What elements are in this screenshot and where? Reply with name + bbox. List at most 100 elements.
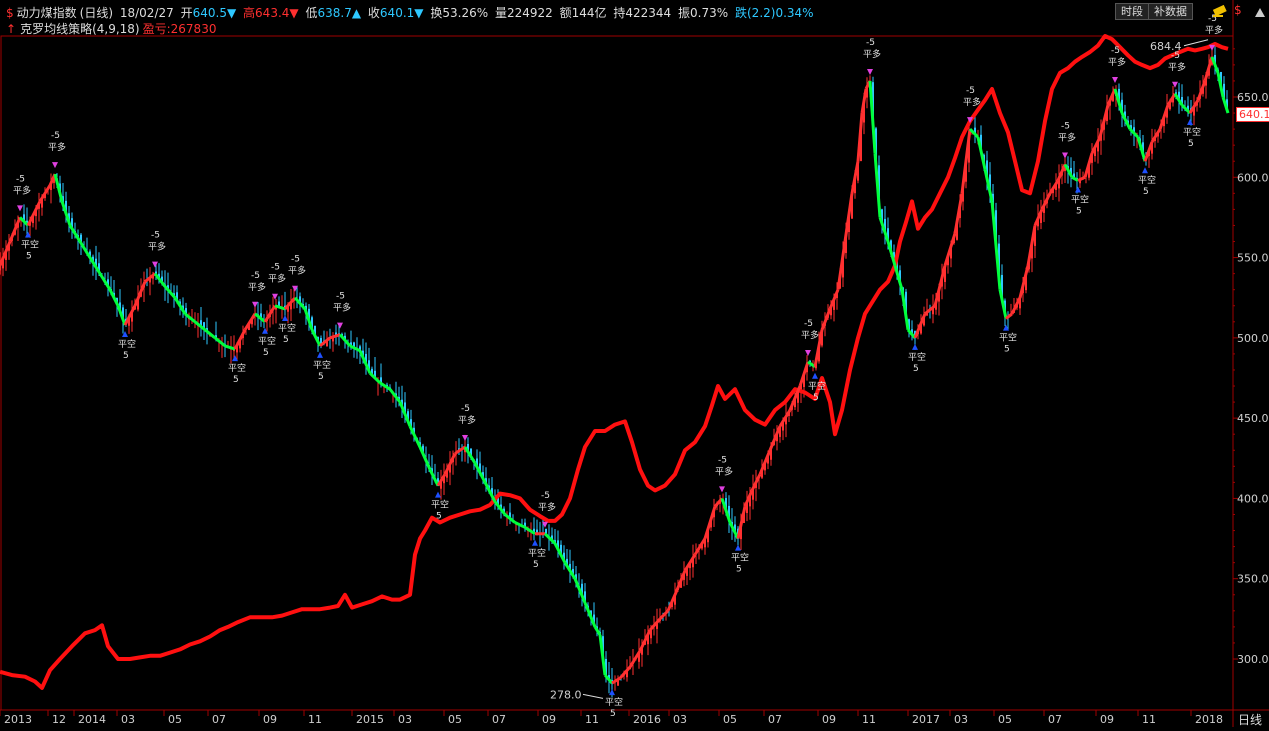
down-arrow-icon: ▼ <box>414 6 424 20</box>
x-tick-label: 03 <box>121 713 135 726</box>
buy-signal-marker <box>812 372 818 379</box>
signal-segment-line <box>214 336 226 348</box>
signal-segment-line <box>1077 175 1086 182</box>
equity-curve-line <box>0 34 1229 690</box>
buy-signal-marker <box>282 314 288 321</box>
signal-count-label: -5 <box>251 271 260 281</box>
x-tick-label: 07 <box>768 713 782 726</box>
y-tick-label: 350.0 <box>1237 573 1269 586</box>
high-label: 高 <box>243 6 256 20</box>
signal-label: 平空 <box>431 499 449 511</box>
low-value: 638.7 <box>317 6 352 20</box>
signal-segment-line <box>483 481 497 503</box>
expand-up-icon[interactable] <box>1254 4 1266 23</box>
signal-label: 平多 <box>248 281 266 293</box>
change-label: 跌 <box>734 6 747 20</box>
signal-segment-line <box>593 626 602 636</box>
volume-value: 224922 <box>506 6 553 20</box>
signal-label: 平多 <box>148 241 166 253</box>
signal-count-label: 5 <box>26 251 32 261</box>
x-tick-label: 2018 <box>1195 713 1223 726</box>
signal-label: 平空 <box>1071 193 1089 205</box>
dollar-menu-icon[interactable]: $ <box>1234 3 1242 17</box>
signal-segment-line <box>1005 312 1013 320</box>
time-period-button[interactable]: 时段 <box>1115 3 1149 20</box>
x-tick-label: 09 <box>263 713 277 726</box>
signal-count-label: 5 <box>610 709 616 719</box>
signal-count-label: -5 <box>271 263 280 273</box>
buy-signal-marker <box>912 343 918 350</box>
signal-count-label: -5 <box>866 38 875 48</box>
signal-count-label: 5 <box>1004 345 1010 355</box>
x-tick-label: 11 <box>585 713 599 726</box>
x-tick-label: 12 <box>52 713 66 726</box>
signal-label: 平空 <box>118 338 136 350</box>
x-tick-label: 05 <box>168 713 182 726</box>
y-tick-label: 550.0 <box>1237 252 1269 265</box>
change-value: (2.2)0.34% <box>747 6 814 20</box>
header-quote-line: $ 动力煤指数 (日线) 18/02/27 开640.5▼ 高643.4▼ 低638… <box>6 4 817 21</box>
signal-label: 平空 <box>1183 126 1201 138</box>
supplement-data-button[interactable]: 补数据 <box>1148 3 1193 20</box>
buy-signal-marker <box>317 351 323 358</box>
period-unit-label[interactable]: 日线 <box>1238 711 1262 728</box>
period-label: (日线) <box>79 6 114 20</box>
signal-segment-line <box>648 617 662 632</box>
high-annotation-leader <box>1183 39 1209 47</box>
x-tick-label: 11 <box>308 713 322 726</box>
x-tick-label: 2015 <box>356 713 384 726</box>
candlestick-chart-svg[interactable]: 300.0 350.0 400.0 450.0 500.0 550.0 600.0 650.0… <box>0 0 1269 727</box>
open-interest-value: 422344 <box>625 6 672 20</box>
buy-signal-marker <box>1187 119 1193 126</box>
y-tick-label: 600.0 <box>1237 171 1269 184</box>
signal-segment-line <box>820 308 832 331</box>
signal-label: 平多 <box>288 265 306 277</box>
dollar-icon: $ <box>6 6 14 20</box>
signal-segment-line <box>1010 297 1022 315</box>
up-arrow-icon: ▲ <box>351 6 362 20</box>
up-arrow-icon: ↑ <box>6 22 17 36</box>
signal-label: 平空 <box>605 696 623 708</box>
signal-label: 平多 <box>963 96 981 108</box>
volume-label: 量 <box>494 6 507 20</box>
x-tick-label: 03 <box>954 713 968 726</box>
signal-label: 平空 <box>731 552 749 564</box>
x-tick-label: 11 <box>1142 713 1156 726</box>
x-tick-label: 05 <box>448 713 462 726</box>
signal-count-label: 5 <box>233 375 239 385</box>
signal-count-label: 5 <box>263 348 269 358</box>
signal-count-label: -5 <box>718 455 727 465</box>
current-price-tag: 640.1 <box>1236 107 1269 122</box>
chart-area[interactable]: 300.0 350.0 400.0 450.0 500.0 550.0 600.0 650.0… <box>0 0 1269 727</box>
signal-segment-line <box>543 532 557 545</box>
signal-label: 平空 <box>528 547 546 559</box>
sell-signal-marker <box>252 301 258 308</box>
strategy-name: 克罗均线策略(4,9,18) <box>20 22 140 36</box>
y-tick-label: 650.0 <box>1237 91 1269 104</box>
signal-label: 平多 <box>863 48 881 60</box>
signal-count-label: -5 <box>336 292 345 302</box>
signal-count-label: 5 <box>736 565 742 575</box>
open-label: 开 <box>180 6 193 20</box>
signal-count-label: -5 <box>461 404 470 414</box>
x-tick-label: 09 <box>542 713 556 726</box>
signal-label: 平空 <box>1138 174 1156 186</box>
plot-frame <box>0 35 1234 711</box>
signal-segment-line <box>618 666 632 680</box>
signal-segment-line <box>428 468 440 487</box>
pencil-icon[interactable] <box>1212 3 1228 17</box>
buy-signal-marker <box>532 539 538 546</box>
signal-count-label: 5 <box>318 372 324 382</box>
signal-count-label: -5 <box>151 231 160 241</box>
signal-label: 平空 <box>21 238 39 250</box>
signal-label: 平多 <box>1168 61 1186 73</box>
amplitude-label: 振 <box>678 6 691 20</box>
high-annotation-label: 684.4 <box>1150 40 1182 53</box>
buy-signal-marker <box>735 544 741 551</box>
buy-signal-marker <box>609 689 615 696</box>
sell-signal-marker <box>462 435 468 442</box>
signal-label: 平多 <box>268 273 286 285</box>
signal-label: 平多 <box>801 329 819 341</box>
x-tick-label: 09 <box>1100 713 1114 726</box>
turnover-value: 53.26% <box>442 6 489 20</box>
